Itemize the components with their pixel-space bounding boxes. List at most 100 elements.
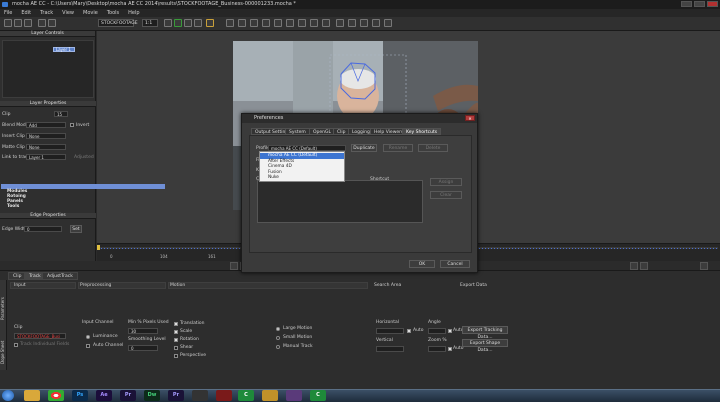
- tab-key-shortcuts[interactable]: Key Shortcuts: [402, 128, 442, 135]
- mocha-icon[interactable]: [216, 390, 232, 401]
- zoom-tool-icon[interactable]: [298, 19, 306, 27]
- dialog-close-button[interactable]: ✕: [465, 115, 475, 121]
- tab-opengl[interactable]: OpenGL: [309, 128, 336, 135]
- layer-row[interactable]: Layer 1: [53, 47, 75, 52]
- mocha-ae-icon[interactable]: C: [310, 390, 326, 401]
- prev-frame-button[interactable]: [230, 262, 238, 270]
- matte-icon[interactable]: [174, 19, 182, 27]
- menu-view[interactable]: View: [62, 9, 74, 17]
- pen-icon[interactable]: [322, 19, 330, 27]
- cancel-button[interactable]: Cancel: [440, 260, 470, 268]
- undo-icon[interactable]: [38, 19, 46, 27]
- angle-auto-checkbox[interactable]: [448, 329, 452, 333]
- rotate-icon[interactable]: [348, 19, 356, 27]
- clear-button[interactable]: Clear: [430, 191, 462, 199]
- transform-icon[interactable]: [336, 19, 344, 27]
- x-spline-icon[interactable]: [238, 19, 246, 27]
- media-icon[interactable]: [262, 390, 278, 401]
- edge-width-field[interactable]: 0: [24, 226, 62, 232]
- assign-button[interactable]: Assign: [430, 178, 462, 186]
- folder-icon[interactable]: [286, 390, 302, 401]
- redo-icon[interactable]: [48, 19, 56, 27]
- set-button[interactable]: Set: [70, 225, 82, 233]
- manual-track-radio[interactable]: [276, 345, 280, 349]
- horizontal-field[interactable]: [376, 328, 404, 334]
- minimize-button[interactable]: [681, 1, 692, 7]
- dreamweaver-icon[interactable]: Dw: [144, 390, 160, 401]
- zoom-selector[interactable]: 1:1: [142, 19, 158, 27]
- crosshair-icon[interactable]: [372, 19, 380, 27]
- parameters-vtab[interactable]: Parameters: [0, 284, 7, 320]
- magnet-icon[interactable]: [274, 19, 282, 27]
- insert-clip-select[interactable]: None: [26, 133, 66, 139]
- profile-dropdown[interactable]: mocha AE CC (Default) After Effects Cine…: [259, 151, 345, 182]
- matte-clip-select[interactable]: None: [26, 144, 66, 150]
- after-effects-icon[interactable]: Ae: [96, 390, 112, 401]
- duplicate-button[interactable]: Duplicate: [351, 144, 377, 152]
- link-icon[interactable]: [310, 19, 318, 27]
- luminance-radio[interactable]: [86, 335, 90, 339]
- menu-edit[interactable]: Edit: [21, 9, 31, 17]
- layer-list[interactable]: [2, 40, 94, 98]
- grid-icon[interactable]: [194, 19, 202, 27]
- maximize-button[interactable]: [694, 1, 705, 7]
- perspective-checkbox[interactable]: [174, 354, 178, 358]
- dropdown-item[interactable]: Nuke: [260, 175, 344, 181]
- menu-tools[interactable]: Tools: [107, 9, 119, 17]
- rotation-checkbox[interactable]: [174, 338, 178, 342]
- layout-icon[interactable]: [384, 19, 392, 27]
- tab-adjust-track[interactable]: AdjustTrack: [42, 272, 78, 280]
- menu-track[interactable]: Track: [40, 9, 53, 17]
- ok-button[interactable]: OK: [409, 260, 435, 268]
- track-individual-fields-checkbox[interactable]: [14, 343, 18, 347]
- new-project-icon[interactable]: [4, 19, 12, 27]
- hand-icon[interactable]: [286, 19, 294, 27]
- invert-checkbox[interactable]: [70, 123, 74, 127]
- chrome-icon[interactable]: [48, 390, 64, 401]
- zoom-auto-checkbox[interactable]: [448, 347, 452, 351]
- menu-movie[interactable]: Movie: [83, 9, 98, 17]
- close-window-button[interactable]: [707, 1, 718, 7]
- open-icon[interactable]: [14, 19, 22, 27]
- auto-channel-checkbox[interactable]: [86, 344, 90, 348]
- shear-checkbox[interactable]: [174, 346, 178, 350]
- premiere-alt-icon[interactable]: Pr: [168, 390, 184, 401]
- export-shape-button[interactable]: Export Shape Data...: [462, 339, 508, 353]
- photoshop-icon[interactable]: Ps: [72, 390, 88, 401]
- tab-system[interactable]: System: [285, 128, 310, 135]
- clip-select[interactable]: STOCKFOOTAGE_Busi: [14, 333, 66, 339]
- clip-field[interactable]: 15: [54, 111, 68, 117]
- start-button[interactable]: [2, 390, 14, 401]
- explorer-icon[interactable]: [24, 390, 40, 401]
- delete-button[interactable]: Delete: [418, 144, 448, 152]
- min-pixels-field[interactable]: 30: [128, 328, 158, 334]
- playhead[interactable]: [97, 245, 100, 250]
- blend-mode-select[interactable]: Add: [26, 122, 66, 128]
- menu-file[interactable]: File: [4, 9, 12, 17]
- mocha-alt-icon[interactable]: C: [238, 390, 254, 401]
- scale-icon[interactable]: [360, 19, 368, 27]
- horizontal-auto-checkbox[interactable]: [407, 329, 411, 333]
- premiere-icon[interactable]: Pr: [120, 390, 136, 401]
- rename-button[interactable]: Rename: [383, 144, 413, 152]
- key-button[interactable]: [700, 262, 708, 270]
- overlay-icon[interactable]: [184, 19, 192, 27]
- list-item[interactable]: Tools: [1, 204, 165, 209]
- small-motion-radio[interactable]: [276, 336, 280, 340]
- zoom-field[interactable]: [428, 346, 446, 352]
- shortcut-list[interactable]: [257, 180, 423, 223]
- track-forward-button[interactable]: [640, 262, 648, 270]
- add-point-icon[interactable]: [262, 19, 270, 27]
- channel-icon[interactable]: [164, 19, 172, 27]
- scale-checkbox[interactable]: [174, 330, 178, 334]
- menu-help[interactable]: Help: [128, 9, 139, 17]
- angle-field[interactable]: [428, 328, 446, 334]
- translation-checkbox[interactable]: [174, 322, 178, 326]
- pick-tool-icon[interactable]: [226, 19, 234, 27]
- tool-icon[interactable]: [192, 390, 208, 401]
- smoothing-field[interactable]: 0: [128, 345, 158, 351]
- save-icon[interactable]: [24, 19, 32, 27]
- dope-sheet-vtab[interactable]: Dope Sheet: [0, 328, 7, 364]
- export-tracking-button[interactable]: Export Tracking Data...: [462, 326, 508, 340]
- bezier-icon[interactable]: [250, 19, 258, 27]
